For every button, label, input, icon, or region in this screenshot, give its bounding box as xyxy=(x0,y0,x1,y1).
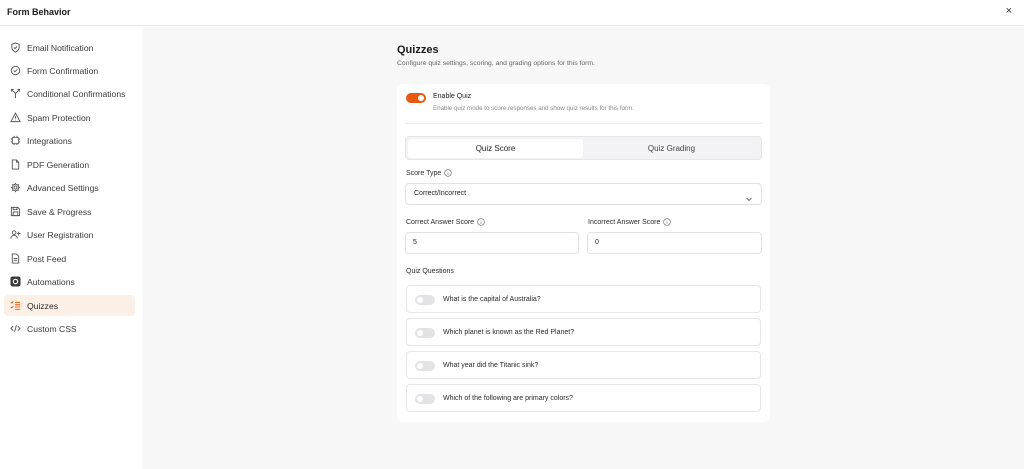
incorrect-answer-score-label: Incorrect Answer Score xyxy=(588,218,672,226)
sidebar-item-user-registration[interactable]: User Registration xyxy=(4,224,135,245)
quiz-questions-label: Quiz Questions xyxy=(406,268,454,275)
question-text: What is the capital of Australia? xyxy=(443,296,541,303)
enable-quiz-toggle[interactable] xyxy=(406,93,426,103)
save-icon xyxy=(10,206,21,217)
tab-quiz-grading[interactable]: Quiz Grading xyxy=(584,139,759,158)
close-icon[interactable]: × xyxy=(1006,5,1012,17)
user-plus-icon xyxy=(10,229,21,240)
correct-answer-score-label: Correct Answer Score xyxy=(406,218,485,226)
sidebar-item-form-confirmation[interactable]: Form Confirmation xyxy=(4,60,135,81)
gear-icon xyxy=(10,182,21,193)
info-icon xyxy=(477,218,485,226)
list-check-icon xyxy=(10,300,21,311)
sidebar-item-label: Automations xyxy=(27,276,75,287)
quiz-question-row: What year did the Titanic sink? xyxy=(406,351,761,379)
toggle-knob xyxy=(417,363,423,369)
quiz-question-row: Which planet is known as the Red Planet? xyxy=(406,318,761,346)
info-icon xyxy=(663,218,672,226)
toggle-knob xyxy=(417,330,423,336)
sidebar-item-custom-css[interactable]: Custom CSS xyxy=(4,318,135,339)
quiz-question-row: What is the capital of Australia? xyxy=(406,285,761,313)
plug-icon xyxy=(10,135,21,146)
sidebar-item-label: PDF Generation xyxy=(27,159,90,170)
incorrect-answer-score-label-text: Incorrect Answer Score xyxy=(588,218,661,226)
sidebar-item-integrations[interactable]: Integrations xyxy=(4,130,135,151)
alert-triangle-icon xyxy=(10,112,21,123)
sidebar-item-label: Advanced Settings xyxy=(27,182,99,193)
sidebar-item-pdf-generation[interactable]: PDF Generation xyxy=(4,154,135,175)
chevron-down-icon xyxy=(745,190,753,202)
sidebar-item-label: Post Feed xyxy=(27,253,67,264)
sidebar-item-advanced-settings[interactable]: Advanced Settings xyxy=(4,177,135,198)
toggle-knob xyxy=(417,297,423,303)
question-text: Which planet is known as the Red Planet? xyxy=(443,329,575,336)
sidebar-item-conditional-confirmations[interactable]: Conditional Confirmations xyxy=(4,83,135,104)
enable-quiz-label: Enable Quiz xyxy=(433,93,472,100)
question-text: Which of the following are primary color… xyxy=(443,395,573,402)
sidebar-item-label: Form Confirmation xyxy=(27,65,99,76)
sidebar-item-label: Spam Protection xyxy=(27,112,91,123)
sidebar-item-quizzes[interactable]: Quizzes xyxy=(4,295,135,316)
sidebar-item-label: Quizzes xyxy=(27,300,59,311)
quiz-tabs: Quiz Score Quiz Grading xyxy=(405,136,762,160)
document-icon xyxy=(10,253,21,264)
sidebar-item-label: Integrations xyxy=(27,135,72,146)
sidebar-item-label: Conditional Confirmations xyxy=(27,88,126,99)
sidebar-item-save-progress[interactable]: Save & Progress xyxy=(4,201,135,222)
question-toggle[interactable] xyxy=(415,361,435,371)
correct-answer-score-label-text: Correct Answer Score xyxy=(406,218,475,226)
code-icon xyxy=(10,323,21,334)
score-type-label-text: Score Type xyxy=(406,169,442,177)
sidebar-item-label: Email Notification xyxy=(27,42,94,53)
info-icon xyxy=(444,169,452,177)
score-type-value: Correct/Incorrect xyxy=(414,190,467,197)
tab-quiz-score[interactable]: Quiz Score xyxy=(408,139,583,158)
toggle-knob xyxy=(418,95,424,101)
score-type-label: Score Type xyxy=(406,169,452,177)
automation-icon xyxy=(10,276,21,287)
sidebar-item-automations[interactable]: Automations xyxy=(4,271,135,292)
score-type-select[interactable]: Correct/Incorrect xyxy=(405,183,762,205)
enable-quiz-description: Enable quiz mode to score responses and … xyxy=(433,105,634,112)
file-icon xyxy=(10,159,21,170)
sidebar: Email Notification Form Confirmation Con… xyxy=(0,27,143,469)
page-title: Quizzes xyxy=(397,44,439,56)
sidebar-item-label: Save & Progress xyxy=(27,206,92,217)
question-text: What year did the Titanic sink? xyxy=(443,362,539,369)
shield-check-icon xyxy=(10,42,21,53)
sidebar-item-post-feed[interactable]: Post Feed xyxy=(4,248,135,269)
sidebar-item-label: User Registration xyxy=(27,229,94,240)
split-icon xyxy=(10,88,21,99)
sidebar-item-email-notification[interactable]: Email Notification xyxy=(4,37,135,58)
page-subtitle: Configure quiz settings, scoring, and gr… xyxy=(397,60,595,67)
incorrect-answer-score-input[interactable]: 0 xyxy=(587,232,762,254)
top-bar: Form Behavior × xyxy=(0,0,1024,26)
question-toggle[interactable] xyxy=(415,295,435,305)
question-toggle[interactable] xyxy=(415,394,435,404)
correct-answer-score-input[interactable]: 5 xyxy=(405,232,579,254)
sidebar-item-label: Custom CSS xyxy=(27,323,77,334)
toggle-knob xyxy=(417,396,423,402)
sidebar-item-spam-protection[interactable]: Spam Protection xyxy=(4,107,135,128)
check-circle-icon xyxy=(10,65,21,76)
divider xyxy=(405,123,762,124)
window-title: Form Behavior xyxy=(7,7,71,17)
quiz-question-row: Which of the following are primary color… xyxy=(406,384,761,412)
question-toggle[interactable] xyxy=(415,328,435,338)
